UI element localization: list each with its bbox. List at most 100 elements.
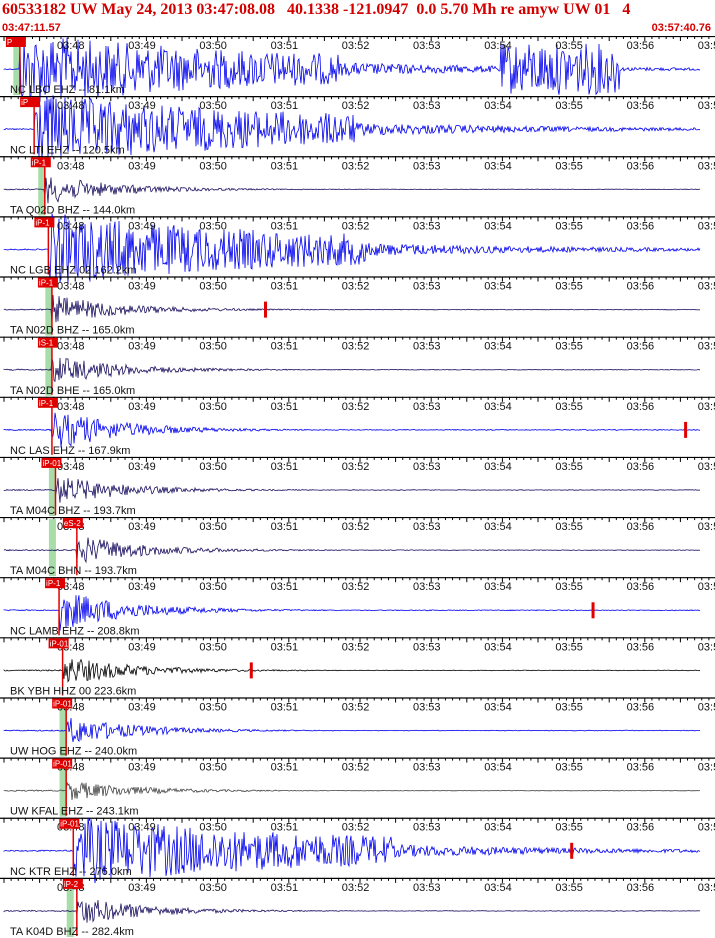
station-label: NC KTR EHZ -- 276.0km: [10, 866, 132, 878]
waveform: [3, 537, 701, 564]
time-tick-label: 03:55: [555, 401, 583, 413]
time-tick-label: 03:57: [698, 461, 715, 473]
phase-label: iP-1: [39, 279, 54, 288]
waveform: [3, 294, 701, 324]
time-tick-label: 03:51: [271, 822, 299, 834]
time-tick-label: 03:50: [199, 461, 227, 473]
trace-row[interactable]: 03:4803:4903:5003:5103:5203:5303:5403:55…: [0, 456, 715, 517]
amplitude-pick[interactable]: [249, 662, 253, 679]
waveform: [3, 357, 701, 383]
trace-row[interactable]: 03:4803:4903:5003:5103:5203:5303:5403:55…: [0, 95, 715, 161]
time-tick-label: 03:49: [128, 641, 156, 653]
time-tick-label: 03:49: [128, 822, 156, 834]
time-tick-label: 03:57: [698, 822, 715, 834]
time-tick-label: 03:53: [413, 160, 441, 172]
station-label: TA K04D BHZ -- 282.4km: [10, 926, 134, 938]
trace-row[interactable]: 03:4803:4903:5003:5103:5203:5303:5403:55…: [0, 276, 715, 337]
time-tick-label: 03:56: [627, 341, 655, 353]
trace-row[interactable]: 03:4803:4903:5003:5103:5203:5303:5403:55…: [0, 697, 715, 758]
time-tick-label: 03:56: [627, 521, 655, 533]
trace-row[interactable]: 03:4803:4903:5003:5103:5203:5303:5403:55…: [0, 817, 715, 884]
time-tick-label: 03:56: [627, 822, 655, 834]
time-tick-label: 03:55: [555, 40, 583, 52]
time-tick-label: 03:52: [342, 762, 370, 774]
station-label: UW HOG EHZ -- 240.0km: [10, 746, 137, 758]
time-tick-label: 03:51: [271, 762, 299, 774]
amplitude-pick[interactable]: [684, 421, 688, 438]
time-tick-label: 03:56: [627, 160, 655, 172]
station-label: TA N02D BHZ -- 165.0km: [10, 325, 135, 337]
time-tick-label: 03:54: [484, 100, 512, 112]
time-tick-label: 03:48: [57, 401, 85, 413]
trace-row[interactable]: 03:4803:4903:5003:5103:5203:5303:5403:55…: [0, 156, 715, 216]
time-tick-label: 03:51: [271, 401, 299, 413]
time-tick-label: 03:52: [342, 641, 370, 653]
trace-row[interactable]: 03:4803:4903:5003:5103:5203:5303:5403:55…: [0, 637, 715, 697]
station-label: NC LTI EHZ -- 120.5km: [10, 144, 125, 156]
time-tick-label: 03:57: [698, 641, 715, 653]
time-tick-label: 03:51: [271, 521, 299, 533]
phase-label: P: [7, 38, 12, 47]
time-tick-label: 03:53: [413, 882, 441, 894]
time-tick-label: 03:56: [627, 641, 655, 653]
time-tick-label: 03:53: [413, 641, 441, 653]
phase-label: iP-1: [32, 158, 47, 167]
seismogram-panel[interactable]: 03:48 03:49 03:50 03:51 03:52 03:53 03:54 03:55…: [0, 36, 715, 938]
time-tick-label: 03:56: [627, 40, 655, 52]
time-tick-label: 03:57: [698, 882, 715, 894]
waveform: [3, 412, 700, 448]
time-tick-label: 03:50: [199, 401, 227, 413]
time-tick-label: 03:52: [342, 341, 370, 353]
station-label: NC LBC EHZ -- 81.1km: [10, 84, 125, 96]
time-tick-label: 03:54: [484, 581, 512, 593]
trace-row[interactable]: 03:4803:4903:5003:5103:5203:5303:5403:55…: [0, 36, 715, 102]
time-tick-label: 03:53: [413, 341, 441, 353]
time-tick-label: 03:56: [627, 461, 655, 473]
time-tick-label: 03:55: [555, 341, 583, 353]
time-tick-label: 03:49: [128, 762, 156, 774]
waveform: [3, 717, 700, 743]
trace-row[interactable]: 03:4803:4903:5003:5103:5203:5303:5403:55…: [0, 516, 715, 577]
trace-row[interactable]: 03:4803:4903:5003:5103:5203:5303:5403:55…: [0, 877, 715, 938]
trace-row[interactable]: 03:4803:4903:5003:5103:5203:5303:5403:55…: [0, 336, 715, 397]
time-tick-label: 03:53: [413, 461, 441, 473]
time-tick-label: 03:56: [627, 762, 655, 774]
time-tick-label: 03:50: [199, 40, 227, 52]
phase-label: iP-1: [35, 218, 50, 227]
time-tick-label: 03:51: [271, 461, 299, 473]
time-tick-label: 03:53: [413, 281, 441, 293]
station-label: NC LAMB EHZ -- 208.8km: [10, 625, 140, 637]
trace-row[interactable]: 03:4803:4903:5003:5103:5203:5303:5403:55…: [0, 577, 715, 637]
time-tick-label: 03:57: [698, 401, 715, 413]
time-tick-label: 03:57: [698, 220, 715, 232]
time-tick-label: 03:53: [413, 822, 441, 834]
trace-row[interactable]: 03:4803:4903:5003:5103:5203:5303:5403:55…: [0, 757, 715, 818]
time-tick-label: 03:53: [413, 701, 441, 713]
time-tick-label: 03:50: [199, 581, 227, 593]
time-tick-label: 03:55: [555, 641, 583, 653]
time-tick-label: 03:50: [199, 762, 227, 774]
time-tick-label: 03:54: [484, 762, 512, 774]
time-tick-label: 03:49: [128, 281, 156, 293]
time-tick-label: 03:52: [342, 461, 370, 473]
trace-row[interactable]: 03:4803:4903:5003:5103:5203:5303:5403:55…: [0, 213, 715, 284]
time-tick-label: 03:48: [57, 160, 85, 172]
station-label: TA M04C BHZ -- 193.7km: [10, 505, 136, 517]
event-header: 60533182 UW May 24, 2013 03:47:08.08 40.…: [0, 0, 715, 36]
time-tick-label: 03:57: [698, 100, 715, 112]
time-tick-label: 03:52: [342, 220, 370, 232]
amplitude-pick[interactable]: [264, 301, 268, 318]
start-time: 03:47:11.57: [2, 22, 61, 34]
waveform: [3, 478, 701, 503]
time-tick-label: 03:49: [128, 581, 156, 593]
amplitude-pick[interactable]: [570, 842, 574, 859]
phase-label: iS-1: [39, 339, 54, 348]
trace-row[interactable]: 03:4803:4903:5003:5103:5203:5303:5403:55…: [0, 396, 715, 457]
time-tick-label: 03:54: [484, 822, 512, 834]
amplitude-pick[interactable]: [591, 602, 595, 619]
time-tick-label: 03:54: [484, 641, 512, 653]
phase-label: iP-01: [50, 639, 69, 648]
time-tick-label: 03:51: [271, 641, 299, 653]
time-tick-label: 03:52: [342, 281, 370, 293]
time-tick-label: 03:53: [413, 581, 441, 593]
